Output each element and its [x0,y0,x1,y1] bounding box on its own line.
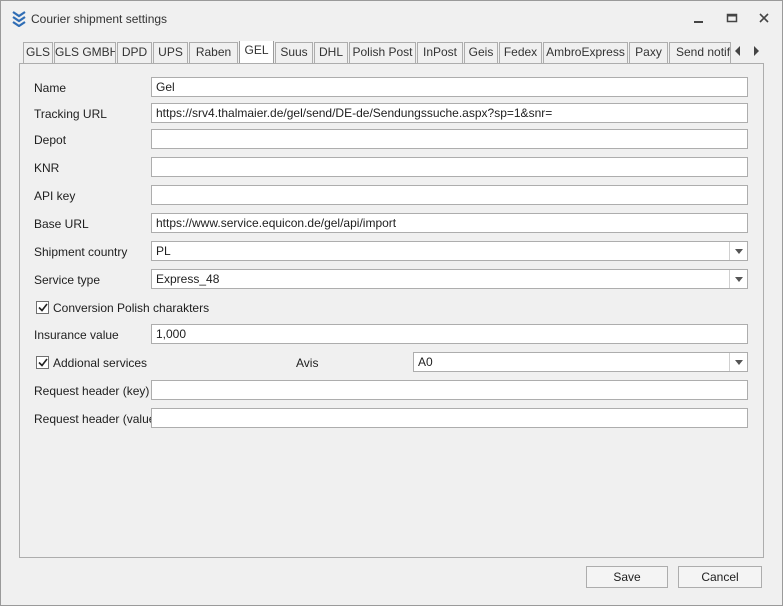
courier-settings-window: Courier shipment settings GLS GLS GMBH D… [0,0,783,606]
tab-fedex[interactable]: Fedex [499,42,542,63]
insurance-value-field[interactable]: 1,000 [151,324,748,344]
additional-services-checkbox[interactable] [36,356,49,369]
tracking-url-label: Tracking URL [34,107,107,121]
api-key-field[interactable] [151,185,748,205]
depot-field[interactable] [151,129,748,149]
tab-scroll-right-icon[interactable] [749,43,763,59]
restore-icon[interactable] [724,10,740,26]
base-url-field[interactable]: https://www.service.equicon.de/gel/api/i… [151,213,748,233]
avis-value: A0 [418,355,433,369]
avis-dropdown[interactable]: A0 [413,352,748,372]
tab-send-notifications[interactable]: Send notifi [669,42,731,63]
chevron-down-icon[interactable] [729,270,747,288]
tab-dpd[interactable]: DPD [117,42,152,63]
chevron-down-icon[interactable] [729,242,747,260]
insurance-value-label: Insurance value [34,328,119,342]
knr-label: KNR [34,161,60,175]
tracking-url-field[interactable]: https://srv4.thalmaier.de/gel/send/DE-de… [151,103,748,123]
conversion-polish-label: Conversion Polish charakters [53,301,210,315]
tab-polish-post[interactable]: Polish Post [349,42,416,63]
shipment-country-value: PL [156,244,171,258]
layers-chevron-icon [11,9,27,28]
request-header-value-field[interactable] [151,408,748,428]
tab-dhl[interactable]: DHL [314,42,348,63]
request-header-key-field[interactable] [151,380,748,400]
additional-services-label: Addional services [53,356,148,370]
window-title: Courier shipment settings [31,12,168,26]
title-bar: Courier shipment settings [1,1,782,35]
request-header-value-label: Request header (value) [34,412,160,426]
service-type-dropdown[interactable]: Express_48 [151,269,748,289]
request-header-key-label: Request header (key) [34,384,150,398]
depot-label: Depot [34,133,67,147]
avis-label: Avis [296,356,319,370]
tab-scroll-left-icon[interactable] [731,43,745,59]
base-url-label: Base URL [34,217,89,231]
service-type-value: Express_48 [156,272,220,286]
tab-paxy[interactable]: Paxy [629,42,668,63]
name-field[interactable]: Gel [151,77,748,97]
shipment-country-label: Shipment country [34,245,128,259]
save-button[interactable]: Save [586,566,668,588]
tab-geis[interactable]: Geis [464,42,498,63]
tab-raben[interactable]: Raben [189,42,238,63]
tab-gls[interactable]: GLS [23,42,53,63]
service-type-label: Service type [34,273,101,287]
cancel-button[interactable]: Cancel [678,566,762,588]
tab-gls-gmbh[interactable]: GLS GMBH [54,42,116,63]
courier-tabs: GLS GLS GMBH DPD UPS Raben GEL Suus DHL … [23,41,763,63]
tab-gel[interactable]: GEL [239,41,274,63]
gel-settings-panel: Name Gel Tracking URL https://srv4.thalm… [19,63,764,558]
knr-field[interactable] [151,157,748,177]
conversion-polish-checkbox[interactable] [36,301,49,314]
tab-ambroexpress[interactable]: AmbroExpress [543,42,628,63]
shipment-country-dropdown[interactable]: PL [151,241,748,261]
tab-ups[interactable]: UPS [153,42,188,63]
tab-suus[interactable]: Suus [275,42,313,63]
tab-inpost[interactable]: InPost [417,42,463,63]
close-icon[interactable] [756,10,772,26]
api-key-label: API key [34,189,76,203]
minimize-icon[interactable] [691,10,707,26]
chevron-down-icon[interactable] [729,353,747,371]
name-label: Name [34,81,67,95]
